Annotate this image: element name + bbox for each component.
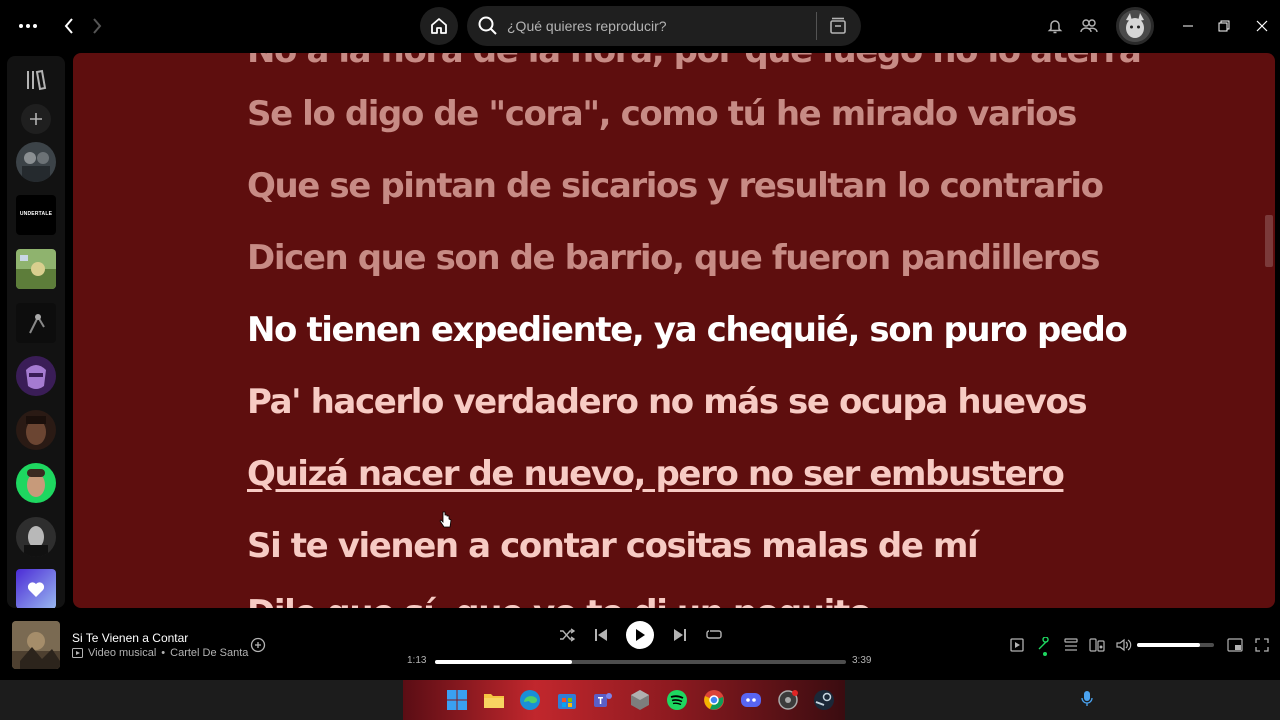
lyric-line-hovered[interactable]: Quizá nacer de nuevo, pero no ser embust… bbox=[247, 454, 1065, 494]
search-input[interactable]: ¿Qué quieres reproducir? bbox=[507, 18, 667, 34]
track-artist[interactable]: Cartel De Santa bbox=[170, 647, 248, 659]
bell-icon[interactable] bbox=[1044, 15, 1066, 37]
app-cube-icon[interactable] bbox=[628, 688, 652, 712]
library-sidebar: UNDERTALE bbox=[7, 56, 65, 608]
sidebar-item-playlist-8[interactable] bbox=[16, 517, 56, 557]
lyric-line-past[interactable]: Se lo digo de "cora", como tú he mirado … bbox=[247, 94, 1077, 134]
steam-icon[interactable] bbox=[812, 688, 836, 712]
file-explorer-icon[interactable] bbox=[482, 688, 506, 712]
total-duration: 3:39 bbox=[852, 655, 872, 666]
shuffle-icon[interactable] bbox=[558, 626, 576, 644]
forward-icon[interactable] bbox=[86, 14, 108, 38]
lyric-line-future[interactable]: Pa' hacerlo verdadero no más se ocupa hu… bbox=[247, 382, 1088, 422]
track-title[interactable]: Si Te Vienen a Contar bbox=[72, 631, 188, 645]
track-subtitle: Video musical • Cartel De Santa bbox=[72, 647, 248, 659]
search-icon bbox=[478, 16, 497, 35]
repeat-icon[interactable] bbox=[705, 626, 723, 644]
play-button[interactable] bbox=[626, 621, 654, 649]
store-icon[interactable] bbox=[555, 688, 579, 712]
lyric-line-future[interactable]: Si te vienen a contar cositas malas de m… bbox=[247, 526, 979, 566]
back-icon[interactable] bbox=[58, 14, 80, 38]
search-bar[interactable]: ¿Qué quieres reproducir? bbox=[467, 6, 861, 46]
sidebar-item-playlist-5[interactable] bbox=[16, 356, 56, 396]
lyric-line-current[interactable]: No tienen expediente, ya chequié, son pu… bbox=[247, 310, 1128, 350]
windows-start-icon[interactable] bbox=[445, 688, 469, 712]
create-playlist-button[interactable] bbox=[21, 104, 51, 134]
sidebar-item-liked-songs[interactable] bbox=[16, 569, 56, 608]
lyric-line-past[interactable]: Dicen que son de barrio, que fueron pand… bbox=[247, 238, 1101, 278]
progress-bar[interactable] bbox=[435, 660, 846, 664]
spotify-icon[interactable] bbox=[665, 688, 689, 712]
play-icon bbox=[636, 629, 645, 641]
mini-player-icon[interactable] bbox=[1226, 636, 1244, 654]
next-icon[interactable] bbox=[671, 626, 689, 644]
discord-icon[interactable] bbox=[739, 688, 763, 712]
edge-icon[interactable] bbox=[518, 688, 542, 712]
sidebar-item-playlist-7[interactable] bbox=[16, 463, 56, 503]
fullscreen-icon[interactable] bbox=[1253, 636, 1271, 654]
lyric-line-partial-top: No a la hora de la hora, por que luego n… bbox=[247, 53, 1140, 71]
sidebar-item-playlist-1[interactable] bbox=[16, 142, 56, 182]
video-icon bbox=[72, 648, 83, 658]
connect-device-icon[interactable] bbox=[1088, 636, 1106, 654]
sidebar-item-playlist-4[interactable] bbox=[16, 303, 56, 343]
lyrics-active-dot bbox=[1043, 652, 1047, 656]
heart-icon bbox=[27, 582, 45, 597]
home-button[interactable] bbox=[420, 7, 458, 45]
now-playing-cover[interactable] bbox=[12, 621, 60, 669]
cursor-icon bbox=[439, 511, 452, 528]
more-icon[interactable] bbox=[14, 14, 42, 38]
volume-icon[interactable] bbox=[1115, 636, 1133, 654]
home-icon bbox=[431, 18, 447, 34]
dot-separator: • bbox=[161, 647, 166, 659]
undertale-logo: UNDERTALE bbox=[19, 211, 53, 217]
minimize-icon[interactable] bbox=[1178, 14, 1198, 38]
plus-icon bbox=[30, 113, 42, 125]
teams-icon[interactable] bbox=[591, 688, 615, 712]
microphone-icon[interactable] bbox=[1080, 690, 1098, 710]
elapsed-time: 1:13 bbox=[407, 655, 427, 666]
volume-fill bbox=[1137, 643, 1201, 647]
chrome-icon[interactable] bbox=[702, 688, 726, 712]
os-taskbar bbox=[0, 680, 1280, 720]
user-avatar[interactable] bbox=[1116, 7, 1154, 45]
queue-icon[interactable] bbox=[1062, 636, 1080, 654]
now-playing-view-icon[interactable] bbox=[1008, 636, 1026, 654]
add-to-library-icon[interactable] bbox=[249, 636, 267, 654]
search-divider bbox=[816, 12, 817, 40]
library-icon[interactable] bbox=[24, 68, 48, 92]
sidebar-item-playlist-3[interactable] bbox=[16, 249, 56, 289]
volume-slider[interactable] bbox=[1137, 643, 1214, 647]
lyrics-scrollbar[interactable] bbox=[1265, 215, 1273, 267]
player-bar: Si Te Vienen a Contar Video musical • Ca… bbox=[0, 608, 1280, 680]
friends-icon[interactable] bbox=[1078, 15, 1100, 37]
lyrics-icon[interactable] bbox=[1035, 634, 1053, 656]
lyrics-panel: No a la hora de la hora, por que luego n… bbox=[73, 53, 1275, 608]
browse-icon[interactable] bbox=[826, 14, 850, 38]
previous-icon[interactable] bbox=[592, 626, 610, 644]
sidebar-item-undertale[interactable]: UNDERTALE bbox=[16, 195, 56, 235]
track-type: Video musical bbox=[88, 647, 157, 659]
restore-icon[interactable] bbox=[1214, 14, 1234, 38]
progress-fill bbox=[435, 660, 572, 664]
app-gear-icon[interactable] bbox=[776, 688, 800, 712]
top-bar: ¿Qué quieres reproducir? bbox=[0, 0, 1280, 52]
sidebar-item-playlist-6[interactable] bbox=[16, 410, 56, 450]
close-icon[interactable] bbox=[1252, 14, 1272, 38]
lyric-line-past[interactable]: Que se pintan de sicarios y resultan lo … bbox=[247, 166, 1104, 206]
lyric-line-partial-bottom: Dile que sí, que yo te di un poquito bbox=[247, 593, 872, 608]
